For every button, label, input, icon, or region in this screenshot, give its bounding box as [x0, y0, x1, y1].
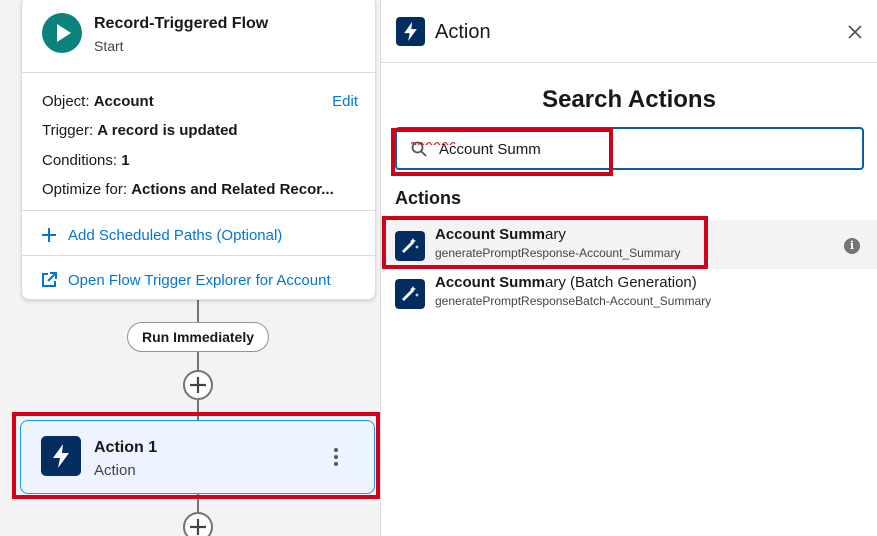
action-panel: Action Search Actions Actions Account Su…: [380, 0, 877, 536]
start-node-card[interactable]: Record-Triggered Flow Start Object: Acco…: [21, 0, 376, 300]
optimize-row: Optimize for: Actions and Related Recor.…: [42, 181, 334, 198]
add-scheduled-paths-label: Add Scheduled Paths (Optional): [68, 226, 283, 244]
panel-title: Action: [435, 21, 491, 43]
run-immediately-pill[interactable]: Run Immediately: [127, 322, 269, 352]
action-node-card[interactable]: Action 1 Action: [20, 420, 375, 494]
prompt-template-icon: [395, 279, 425, 309]
trigger-label: Trigger:: [42, 122, 94, 139]
action-node-subtitle: Action: [94, 462, 136, 479]
result-title-rest: ary (Batch Generation): [545, 274, 697, 291]
info-icon[interactable]: i: [844, 238, 860, 254]
start-node-header: Record-Triggered Flow Start: [22, 0, 375, 73]
external-link-icon: [42, 272, 57, 287]
add-element-button[interactable]: [183, 512, 213, 536]
start-node-subtitle: Start: [94, 38, 124, 54]
result-title: Account Summary (Batch Generation): [435, 274, 697, 291]
connector-line: [197, 352, 199, 370]
actions-section-label: Actions: [395, 188, 462, 208]
add-element-button[interactable]: [183, 370, 213, 400]
close-icon[interactable]: [846, 23, 864, 41]
open-trigger-explorer-link[interactable]: Open Flow Trigger Explorer for Account: [40, 271, 331, 289]
optimize-label: Optimize for:: [42, 181, 128, 198]
edit-link[interactable]: Edit: [332, 93, 358, 110]
lightning-icon: [396, 17, 425, 46]
result-title-match: Account Summ: [435, 274, 546, 291]
divider: [22, 255, 375, 256]
divider: [22, 210, 375, 211]
action-node-title: Action 1: [94, 439, 158, 456]
start-node-title: Record-Triggered Flow: [94, 15, 269, 32]
connector-line: [197, 300, 199, 322]
optimize-value: Actions and Related Recor...: [131, 181, 334, 198]
open-trigger-explorer-label: Open Flow Trigger Explorer for Account: [68, 271, 331, 289]
search-heading: Search Actions: [542, 86, 716, 113]
action-result-item[interactable]: Account Summary (Batch Generation) gener…: [381, 268, 877, 317]
flow-canvas[interactable]: Record-Triggered Flow Start Object: Acco…: [0, 0, 380, 536]
conditions-value: 1: [121, 152, 130, 169]
plus-icon: [190, 519, 206, 535]
object-value: Account: [93, 93, 154, 110]
object-row: Object: Account: [42, 93, 154, 110]
search-highlight: [391, 128, 613, 176]
result-highlight: [382, 216, 708, 269]
trigger-row: Trigger: A record is updated: [42, 122, 238, 139]
trigger-value: A record is updated: [97, 122, 238, 139]
play-icon: [42, 13, 82, 53]
add-scheduled-paths-link[interactable]: Add Scheduled Paths (Optional): [40, 226, 282, 244]
panel-header: Action: [381, 0, 877, 63]
plus-icon: [190, 377, 206, 393]
more-options-icon[interactable]: [331, 448, 341, 470]
object-label: Object:: [42, 93, 90, 110]
conditions-row: Conditions: 1: [42, 152, 130, 169]
conditions-label: Conditions:: [42, 152, 118, 169]
lightning-icon: [41, 436, 81, 476]
plus-icon: [42, 228, 56, 242]
result-api-name: generatePromptResponseBatch-Account_Summ…: [435, 294, 712, 308]
